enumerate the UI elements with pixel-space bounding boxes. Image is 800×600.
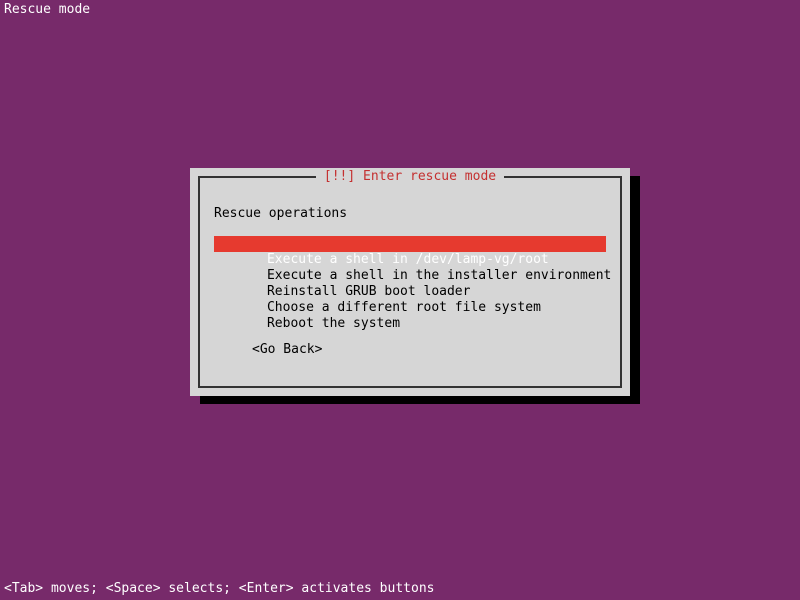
footer-hint: <Tab> moves; <Space> selects; <Enter> ac… xyxy=(4,581,434,596)
go-back-button[interactable]: <Go Back> xyxy=(252,342,322,357)
menu-item-label: Choose a different root file system xyxy=(267,300,541,315)
menu-item-label: Reinstall GRUB boot loader xyxy=(267,284,471,299)
dialog-subtitle: Rescue operations xyxy=(214,206,347,221)
page-title: Rescue mode xyxy=(4,2,90,17)
menu-list: Execute a shell in /dev/lamp-vg/root Exe… xyxy=(214,236,606,316)
menu-item-label: Execute a shell in the installer environ… xyxy=(267,268,611,283)
dialog-title-wrap: [!!] Enter rescue mode xyxy=(190,169,630,184)
menu-item-label: Reboot the system xyxy=(267,316,400,331)
rescue-dialog: [!!] Enter rescue mode Rescue operations… xyxy=(190,168,630,396)
menu-item-label: Execute a shell in /dev/lamp-vg/root xyxy=(267,252,549,267)
menu-item-exec-shell-root[interactable]: Execute a shell in /dev/lamp-vg/root xyxy=(214,236,606,252)
dialog-title: [!!] Enter rescue mode xyxy=(316,169,504,184)
